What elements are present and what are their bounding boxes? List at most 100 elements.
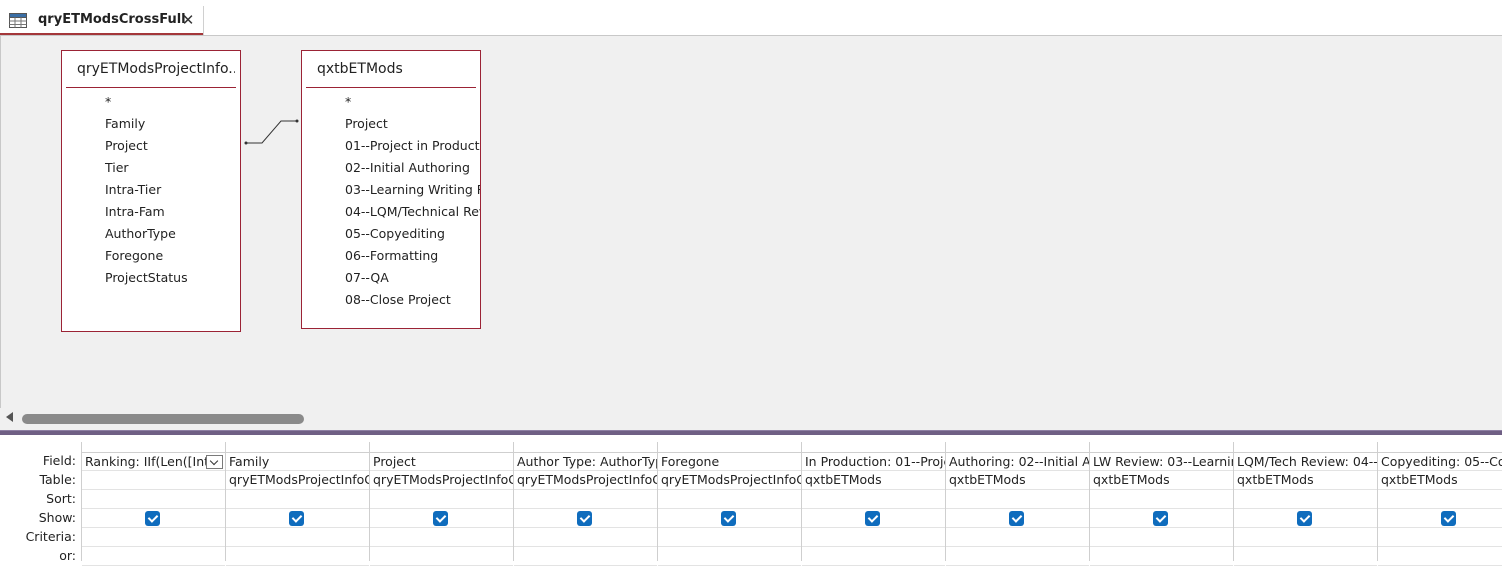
table-box-header[interactable]: qryETModsProjectInfo... [62, 51, 240, 87]
field-list-item[interactable]: 01--Project in Productio [302, 135, 480, 157]
grid-criteria-cell[interactable] [82, 528, 225, 547]
grid-criteria-cell[interactable] [370, 528, 513, 547]
grid-sort-cell[interactable] [1234, 490, 1377, 509]
close-icon[interactable]: ✕ [180, 12, 196, 28]
grid-or-cell[interactable] [514, 547, 657, 566]
field-list-item[interactable]: 06--Formatting [302, 245, 480, 267]
grid-field-cell[interactable]: LW Review: 03--Learning [1090, 452, 1233, 471]
grid-field-cell[interactable]: Author Type: AuthorTyp [514, 452, 657, 471]
show-checkbox[interactable] [433, 511, 448, 526]
grid-sort-cell[interactable] [514, 490, 657, 509]
grid-sort-cell[interactable] [1378, 490, 1502, 509]
show-checkbox[interactable] [1153, 511, 1168, 526]
grid-criteria-cell[interactable] [1090, 528, 1233, 547]
grid-criteria-cell[interactable] [1378, 528, 1502, 547]
show-checkbox[interactable] [1009, 511, 1024, 526]
grid-or-cell[interactable] [658, 547, 801, 566]
field-list-item[interactable]: * [62, 91, 240, 113]
chevron-down-icon[interactable] [206, 455, 223, 469]
grid-show-cell[interactable] [1378, 509, 1502, 528]
show-checkbox[interactable] [577, 511, 592, 526]
row-label-field: Field: [42, 453, 76, 468]
grid-show-cell[interactable] [946, 509, 1089, 528]
field-list-item[interactable]: * [302, 91, 480, 113]
grid-criteria-cell[interactable] [802, 528, 945, 547]
grid-table-cell[interactable] [82, 471, 225, 490]
grid-sort-cell[interactable] [370, 490, 513, 509]
grid-table-cell[interactable]: qryETModsProjectInfoG [226, 471, 369, 490]
grid-show-cell[interactable] [82, 509, 225, 528]
field-list-item[interactable]: 02--Initial Authoring [302, 157, 480, 179]
grid-table-cell[interactable]: qxtbETMods [802, 471, 945, 490]
field-list-item[interactable]: 08--Close Project [302, 289, 480, 311]
grid-sort-cell[interactable] [658, 490, 801, 509]
field-list-item[interactable]: 07--QA [302, 267, 480, 289]
grid-table-cell[interactable]: qxtbETMods [946, 471, 1089, 490]
show-checkbox[interactable] [145, 511, 160, 526]
grid-field-cell[interactable]: Project [370, 452, 513, 471]
grid-sort-cell[interactable] [802, 490, 945, 509]
field-list-item[interactable]: 04--LQM/Technical Rev [302, 201, 480, 223]
field-list-item[interactable]: Intra-Fam [62, 201, 240, 223]
field-list-item[interactable]: Project [62, 135, 240, 157]
grid-or-cell[interactable] [226, 547, 369, 566]
grid-or-cell[interactable] [82, 547, 225, 566]
field-list-item[interactable]: AuthorType [62, 223, 240, 245]
grid-criteria-cell[interactable] [946, 528, 1089, 547]
grid-table-cell[interactable]: qryETModsProjectInfoG [658, 471, 801, 490]
grid-field-cell[interactable]: Foregone [658, 452, 801, 471]
grid-or-cell[interactable] [802, 547, 945, 566]
grid-or-cell[interactable] [1234, 547, 1377, 566]
field-list-item[interactable]: Intra-Tier [62, 179, 240, 201]
grid-criteria-cell[interactable] [514, 528, 657, 547]
grid-sort-cell[interactable] [226, 490, 369, 509]
grid-sort-cell[interactable] [1090, 490, 1233, 509]
table-box-qxtb-et-mods[interactable]: qxtbETMods * Project 01--Project in Prod… [301, 50, 481, 329]
grid-show-cell[interactable] [370, 509, 513, 528]
grid-table-cell[interactable]: qxtbETMods [1378, 471, 1502, 490]
field-list-item[interactable]: Family [62, 113, 240, 135]
grid-show-cell[interactable] [658, 509, 801, 528]
grid-show-cell[interactable] [1234, 509, 1377, 528]
grid-show-cell[interactable] [802, 509, 945, 528]
show-checkbox[interactable] [289, 511, 304, 526]
grid-table-cell[interactable]: qxtbETMods [1090, 471, 1233, 490]
grid-table-cell[interactable]: qryETModsProjectInfoG [370, 471, 513, 490]
grid-criteria-cell[interactable] [226, 528, 369, 547]
grid-field-cell[interactable]: Family [226, 452, 369, 471]
grid-criteria-cell[interactable] [658, 528, 801, 547]
field-list-item[interactable]: Project [302, 113, 480, 135]
grid-table-cell[interactable]: qxtbETMods [1234, 471, 1377, 490]
grid-sort-cell[interactable] [946, 490, 1089, 509]
field-list-item[interactable]: Tier [62, 157, 240, 179]
grid-show-cell[interactable] [514, 509, 657, 528]
show-checkbox[interactable] [1297, 511, 1312, 526]
field-list-item[interactable]: Foregone [62, 245, 240, 267]
grid-field-cell[interactable]: LQM/Tech Review: 04--L [1234, 452, 1377, 471]
grid-field-cell[interactable]: Copyediting: 05--Cop [1378, 452, 1502, 471]
grid-field-cell[interactable]: Authoring: 02--Initial Aut [946, 452, 1089, 471]
field-list-item[interactable]: 05--Copyediting [302, 223, 480, 245]
grid-criteria-cell[interactable] [1234, 528, 1377, 547]
show-checkbox[interactable] [721, 511, 736, 526]
grid-show-cell[interactable] [226, 509, 369, 528]
table-box-header[interactable]: qxtbETMods [302, 51, 480, 87]
show-checkbox[interactable] [1441, 511, 1456, 526]
field-list-item[interactable]: 03--Learning Writing R [302, 179, 480, 201]
grid-field-cell[interactable]: In Production: 01--Proje [802, 452, 945, 471]
grid-field-cell[interactable]: Ranking: IIf(Len([Intra [82, 452, 225, 471]
grid-table-cell[interactable]: qryETModsProjectInfoG [514, 471, 657, 490]
scrollbar-thumb[interactable] [22, 414, 304, 424]
field-list-item[interactable]: ProjectStatus [62, 267, 240, 289]
grid-or-cell[interactable] [370, 547, 513, 566]
scroll-left-arrow-icon[interactable] [6, 412, 13, 422]
tab-qry-et-mods-cross-full[interactable]: qryETModsCrossFull ✕ [0, 6, 204, 35]
grid-sort-cell[interactable] [82, 490, 225, 509]
show-checkbox[interactable] [865, 511, 880, 526]
grid-or-cell[interactable] [946, 547, 1089, 566]
grid-or-cell[interactable] [1378, 547, 1502, 566]
grid-show-cell[interactable] [1090, 509, 1233, 528]
table-box-qry-et-mods-project-info[interactable]: qryETModsProjectInfo... * Family Project… [61, 50, 241, 332]
grid-or-cell[interactable] [1090, 547, 1233, 566]
horizontal-scrollbar[interactable] [0, 408, 1502, 430]
